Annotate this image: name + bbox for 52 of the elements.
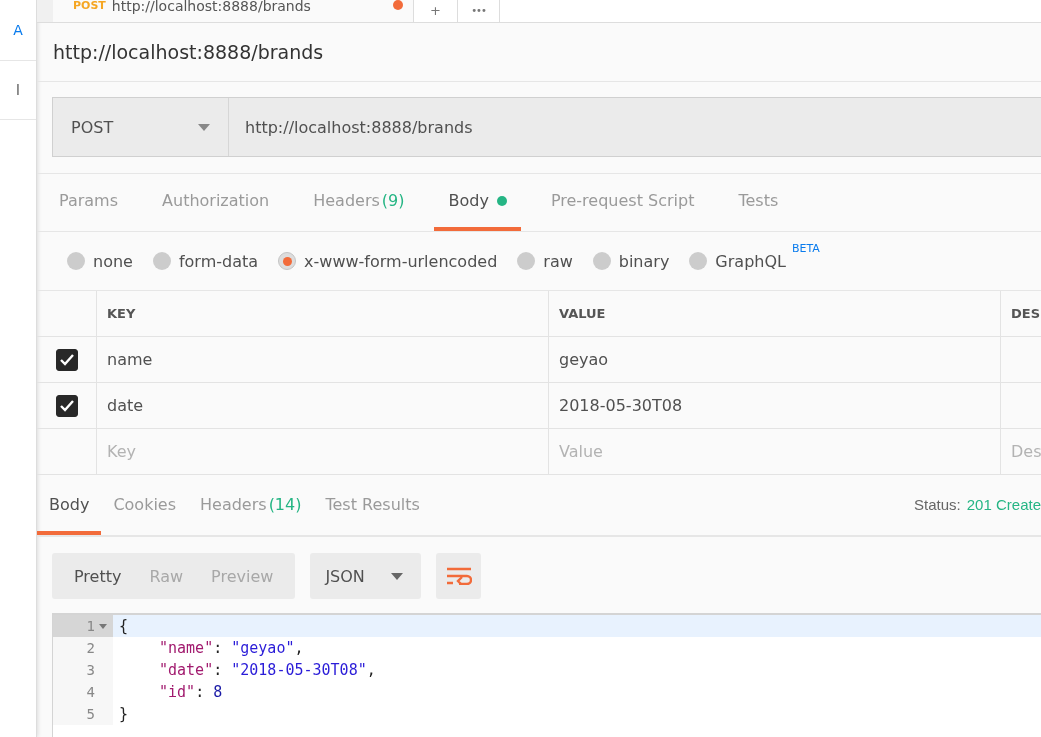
body-type-radio[interactable]: form-data xyxy=(152,251,259,271)
format-dropdown[interactable]: JSON xyxy=(310,553,422,599)
table-cell: 2018-05-30T08 xyxy=(559,396,683,415)
status-value: 201 Create xyxy=(966,496,1041,513)
body-type-radio[interactable]: binary xyxy=(592,251,670,271)
code-line: { xyxy=(119,617,129,635)
request-option-tab[interactable]: Authorization xyxy=(148,174,284,231)
request-option-tab[interactable]: Body xyxy=(434,174,521,231)
response-tab[interactable]: Test Results xyxy=(313,478,432,535)
sidebar-link[interactable]: A xyxy=(13,22,23,38)
code-line: "id": 8 xyxy=(159,683,223,701)
line-number: 2 xyxy=(86,640,95,656)
response-tab[interactable]: Cookies xyxy=(101,478,189,535)
code-line: "name": "geyao", xyxy=(159,639,304,657)
request-tab[interactable]: POST http://localhost:8888/brands xyxy=(53,0,414,22)
status-label: Status: xyxy=(914,496,961,513)
line-number: 5 xyxy=(86,706,95,722)
response-tab[interactable]: Headers(14) xyxy=(188,478,314,535)
body-type-radio[interactable]: raw xyxy=(517,251,573,271)
request-option-tab[interactable]: Tests xyxy=(724,174,793,231)
line-number: 3 xyxy=(86,662,95,678)
checkbox[interactable] xyxy=(55,394,78,417)
code-line: "date": "2018-05-30T08", xyxy=(159,661,376,679)
line-number: 4 xyxy=(86,684,95,700)
table-cell: name xyxy=(107,350,153,369)
new-tab-button[interactable]: + xyxy=(414,0,458,22)
wrap-lines-button[interactable] xyxy=(436,553,482,599)
column-header: VALUE xyxy=(559,306,606,321)
request-option-tab[interactable]: Headers(9) xyxy=(299,174,419,231)
request-option-tab[interactable]: Pre-request Script xyxy=(536,174,709,231)
fold-caret-icon[interactable] xyxy=(99,623,107,629)
code-line: } xyxy=(119,705,129,723)
beta-label: BETA xyxy=(791,242,820,255)
wrap-icon xyxy=(445,567,472,585)
check-icon xyxy=(59,353,74,366)
request-title: http://localhost:8888/brands xyxy=(53,41,324,63)
checkbox[interactable] xyxy=(55,348,78,371)
more-button[interactable]: ••• xyxy=(458,0,500,22)
response-tab[interactable]: Body xyxy=(37,478,102,535)
body-type-radio[interactable]: x-www-form-urlencoded xyxy=(278,251,498,271)
request-option-tab[interactable]: Params xyxy=(45,174,133,231)
column-header: DES xyxy=(1011,306,1041,321)
table-cell: date xyxy=(107,396,144,415)
body-type-radio[interactable]: none xyxy=(67,251,133,271)
line-number: 1 xyxy=(86,618,95,634)
check-icon xyxy=(59,399,74,412)
view-mode-tab[interactable]: Pretty xyxy=(60,553,136,599)
table-cell: geyao xyxy=(559,350,609,369)
sidebar-text: l xyxy=(16,82,20,98)
column-header: KEY xyxy=(107,306,136,321)
body-type-radio[interactable]: GraphQL xyxy=(689,251,786,271)
caret-icon xyxy=(391,572,404,580)
